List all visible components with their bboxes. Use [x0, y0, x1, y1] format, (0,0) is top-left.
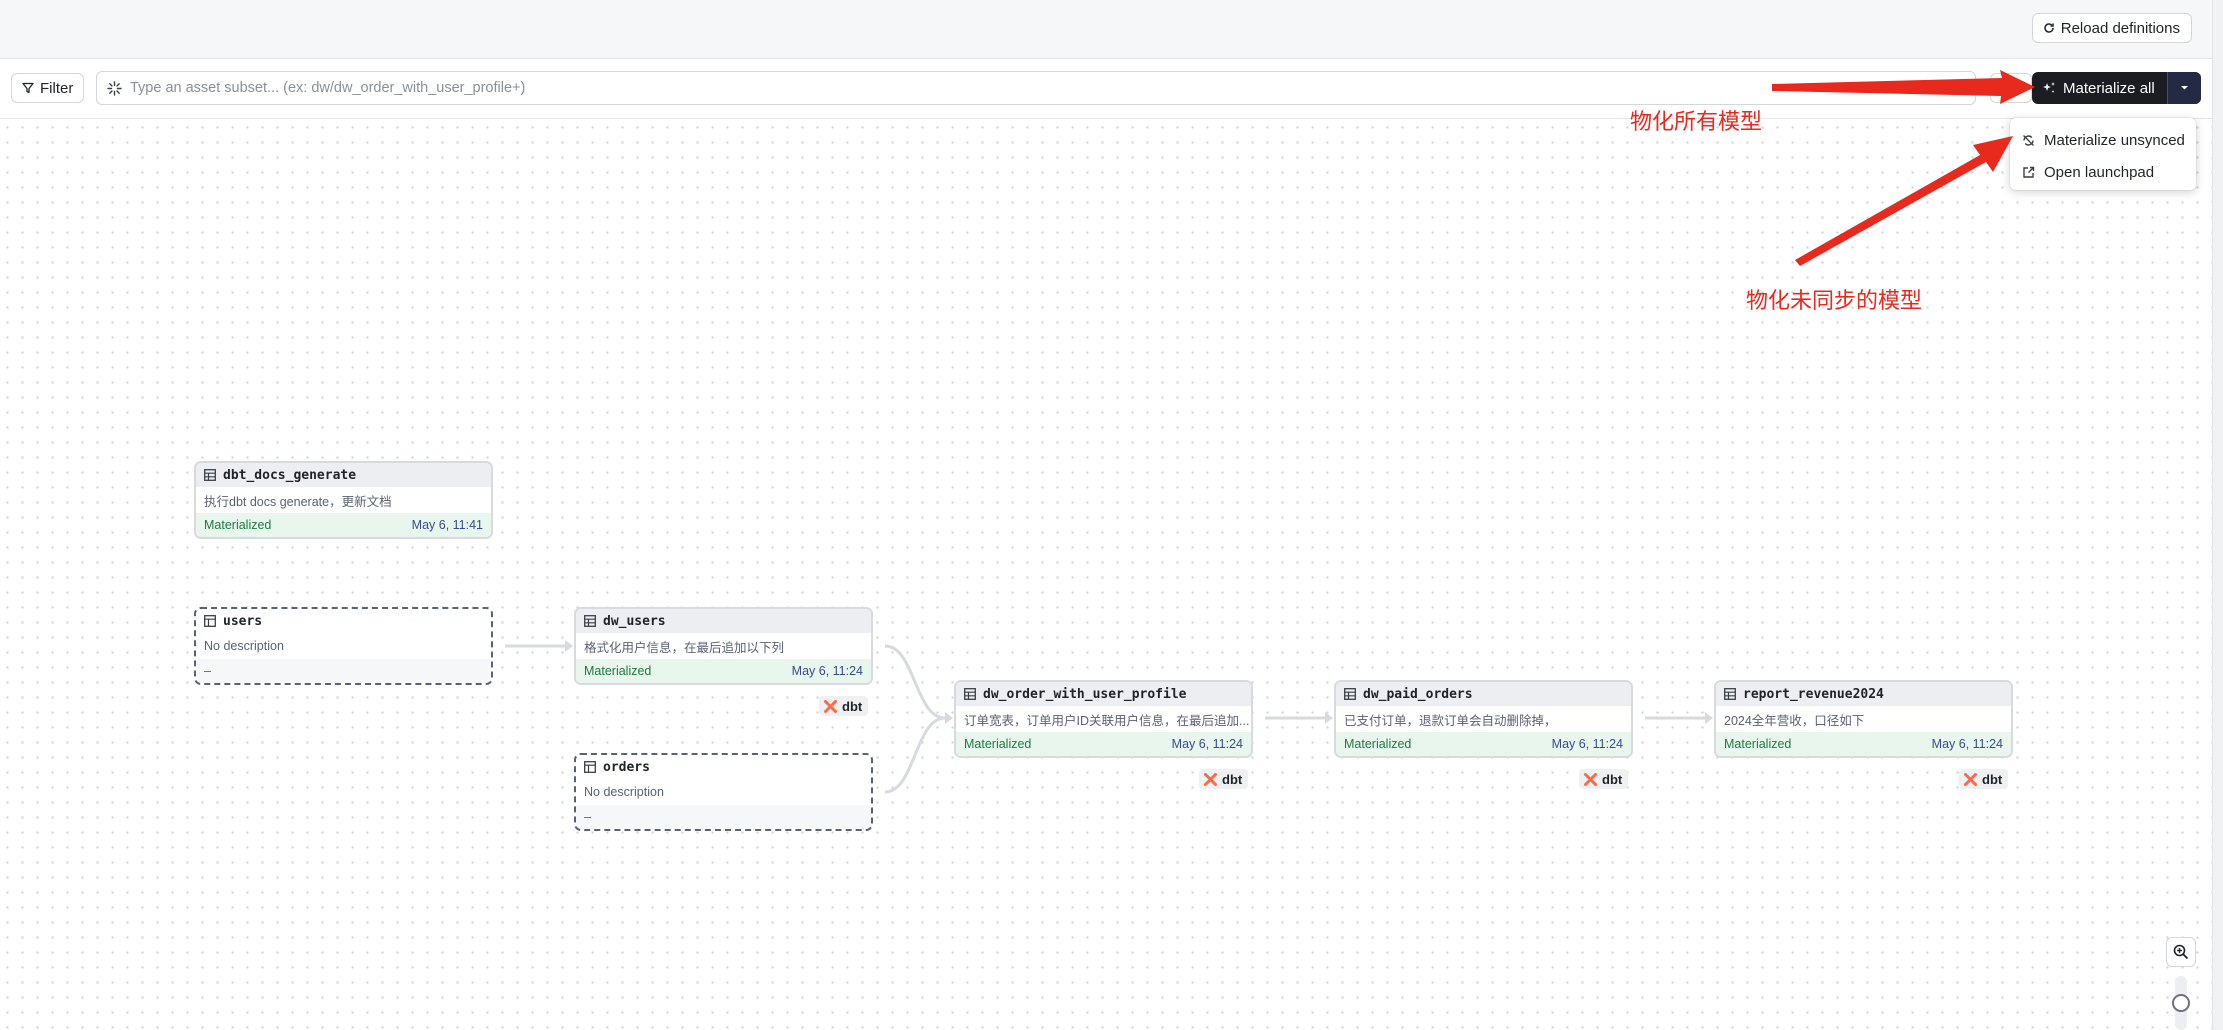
- zoom-slider-handle[interactable]: [2172, 994, 2190, 1012]
- zoom-in-button[interactable]: [2166, 937, 2196, 967]
- annotation-arrow-materialize-unsynced: [1795, 136, 2013, 266]
- annotation-arrow-materialize-all: [1772, 70, 2035, 104]
- zoom-in-icon: [2173, 944, 2189, 960]
- annotation-materialize-unsynced: 物化未同步的模型: [1746, 289, 1923, 314]
- page-scrollbar[interactable]: [2212, 0, 2223, 1030]
- annotation-materialize-all: 物化所有模型: [1630, 110, 1763, 135]
- annotation-arrows: [1772, 70, 2035, 266]
